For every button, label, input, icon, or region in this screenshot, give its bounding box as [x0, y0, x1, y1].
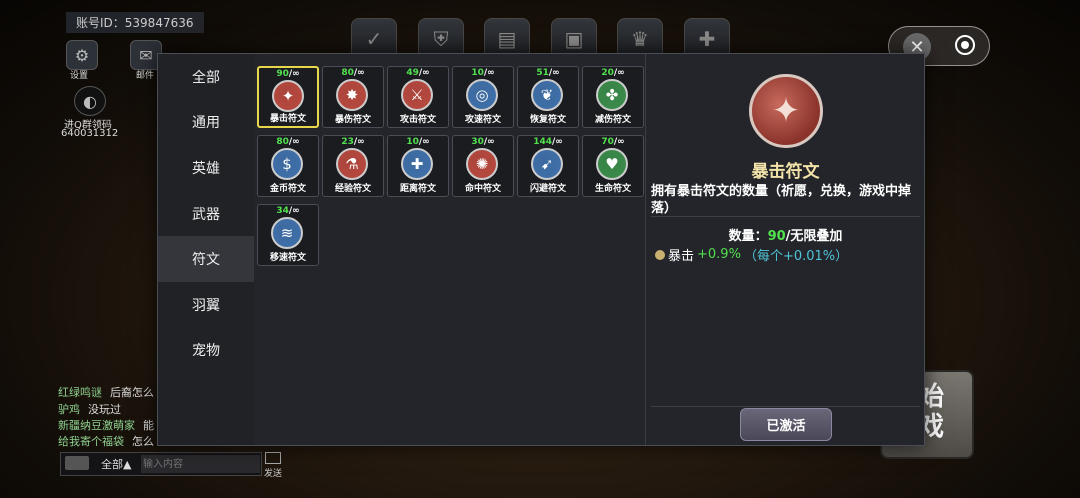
rune-card[interactable]: 34/∞ ≋ 移速符文 [257, 204, 319, 266]
coin-icon [655, 249, 665, 260]
coin-icon: $ [271, 148, 303, 180]
rune-count: 10/∞ [471, 68, 495, 78]
detail-quantity: 数量：90/无限叠加 [728, 229, 843, 244]
rune-count: 51/∞ [536, 68, 560, 78]
mail-label: 邮件 [136, 71, 155, 81]
burst-icon: ✸ [336, 79, 368, 111]
chat-channel-icon[interactable] [65, 456, 89, 470]
settings-icon[interactable]: ⚙ [66, 40, 98, 70]
divider [651, 406, 920, 407]
rune-name: 恢复符文 [529, 115, 566, 125]
target-icon[interactable] [955, 35, 975, 55]
chat-line: 新疆纳豆激萌家能 [58, 419, 154, 432]
divider [651, 216, 920, 217]
crit-rune-icon: ✦ [749, 74, 823, 148]
qq-group-number: 640031312 [61, 128, 119, 139]
qq-icon[interactable]: ◐ [74, 86, 106, 116]
chat-input[interactable] [141, 455, 260, 473]
rune-card[interactable]: 20/∞ ✤ 减伤符文 [582, 66, 644, 128]
account-id: 账号ID：539847636 [66, 12, 204, 33]
target-icon: ◎ [466, 79, 498, 111]
crosshair-icon: ✚ [401, 148, 433, 180]
blade-icon: ⚔ [401, 79, 433, 111]
tab-hero[interactable]: 英雄 [158, 145, 254, 191]
rune-card[interactable]: 90/∞ ✦ 暴击符文 [257, 66, 319, 128]
send-label: 发送 [263, 469, 282, 479]
rune-card[interactable]: 10/∞ ✚ 距离符文 [387, 135, 449, 197]
rune-name: 攻击符文 [399, 115, 436, 125]
rune-name: 暴击符文 [269, 114, 306, 124]
rune-card[interactable]: 51/∞ ❦ 恢复符文 [517, 66, 579, 128]
activated-button[interactable]: 已激活 [740, 408, 832, 441]
category-tabs: 全部 通用 英雄 武器 符文 羽翼 宠物 [158, 54, 254, 445]
tab-all[interactable]: 全部 [158, 54, 254, 100]
rune-count: 49/∞ [406, 68, 430, 78]
rune-card[interactable]: 80/∞ $ 金币符文 [257, 135, 319, 197]
rune-name: 经验符文 [334, 184, 371, 194]
rune-count: 90/∞ [276, 69, 300, 79]
rune-name: 减伤符文 [594, 115, 631, 125]
collection-panel: 全部 通用 英雄 武器 符文 羽翼 宠物 90/∞ ✦ 暴击符文 80/∞ ✸ 暴伤符文 4… [157, 53, 925, 446]
chat-line: 驴鸡 没玩过 [58, 403, 121, 416]
potion-icon: ⚗ [336, 148, 368, 180]
wings-icon: ❦ [531, 79, 563, 111]
heart-icon: ♥ [596, 148, 628, 180]
tab-general[interactable]: 通用 [158, 100, 254, 146]
rune-card[interactable]: 144/∞ ➹ 闪避符文 [517, 135, 579, 197]
rune-card[interactable]: 49/∞ ⚔ 攻击符文 [387, 66, 449, 128]
tab-pet[interactable]: 宠物 [158, 328, 254, 374]
chat-line: 给我寄个福袋 怎么 [58, 435, 154, 448]
rune-count: 30/∞ [471, 137, 495, 147]
rune-name: 金币符文 [269, 184, 306, 194]
settings-label: 设置 [70, 71, 89, 81]
rune-card[interactable]: 80/∞ ✸ 暴伤符文 [322, 66, 384, 128]
rune-count: 80/∞ [341, 68, 365, 78]
rune-count: 70/∞ [601, 137, 625, 147]
rune-count: 20/∞ [601, 68, 625, 78]
rune-count: 23/∞ [341, 137, 365, 147]
rune-count: 10/∞ [406, 137, 430, 147]
rune-count: 144/∞ [533, 137, 563, 147]
rune-card[interactable]: 10/∞ ◎ 攻速符文 [452, 66, 514, 128]
rune-name: 生命符文 [594, 184, 631, 194]
rune-name: 距离符文 [399, 184, 436, 194]
tab-wings[interactable]: 羽翼 [158, 282, 254, 328]
wave-icon: ≋ [271, 217, 303, 249]
sun-icon: ✺ [466, 148, 498, 180]
detail-stat: 暴击 +0.9% （每个+0.01%） [655, 245, 848, 264]
sword-icon: ✦ [272, 80, 304, 112]
rune-name: 移速符文 [269, 253, 306, 263]
runner-icon: ➹ [531, 148, 563, 180]
rune-card[interactable]: 70/∞ ♥ 生命符文 [582, 135, 644, 197]
rune-detail: ✦ 暴击符文 拥有暴击符文的数量（祈愿，兑换，游戏中掉落） 数量：90/无限叠加… [645, 54, 925, 445]
chat-line: 红绿鸣谜 后裔怎么 [58, 386, 154, 399]
detail-title: 暴击符文 [751, 162, 820, 182]
rune-card[interactable]: 30/∞ ✺ 命中符文 [452, 135, 514, 197]
detail-description: 拥有暴击符文的数量（祈愿，兑换，游戏中掉落） [651, 184, 912, 216]
rune-card[interactable]: 23/∞ ⚗ 经验符文 [322, 135, 384, 197]
rune-name: 命中符文 [464, 184, 501, 194]
chat-input-bar: 全部▲ [60, 452, 262, 476]
rune-name: 攻速符文 [464, 115, 501, 125]
lotus-icon: ✤ [596, 79, 628, 111]
rune-name: 暴伤符文 [334, 115, 371, 125]
rune-count: 80/∞ [276, 137, 300, 147]
rune-count: 34/∞ [276, 206, 300, 216]
tab-rune[interactable]: 符文 [158, 236, 254, 282]
send-button[interactable]: 发送 [262, 452, 284, 479]
chat-channel-select[interactable]: 全部▲ [101, 456, 131, 472]
rune-name: 闪避符文 [529, 184, 566, 194]
tab-weapon[interactable]: 武器 [158, 191, 254, 237]
